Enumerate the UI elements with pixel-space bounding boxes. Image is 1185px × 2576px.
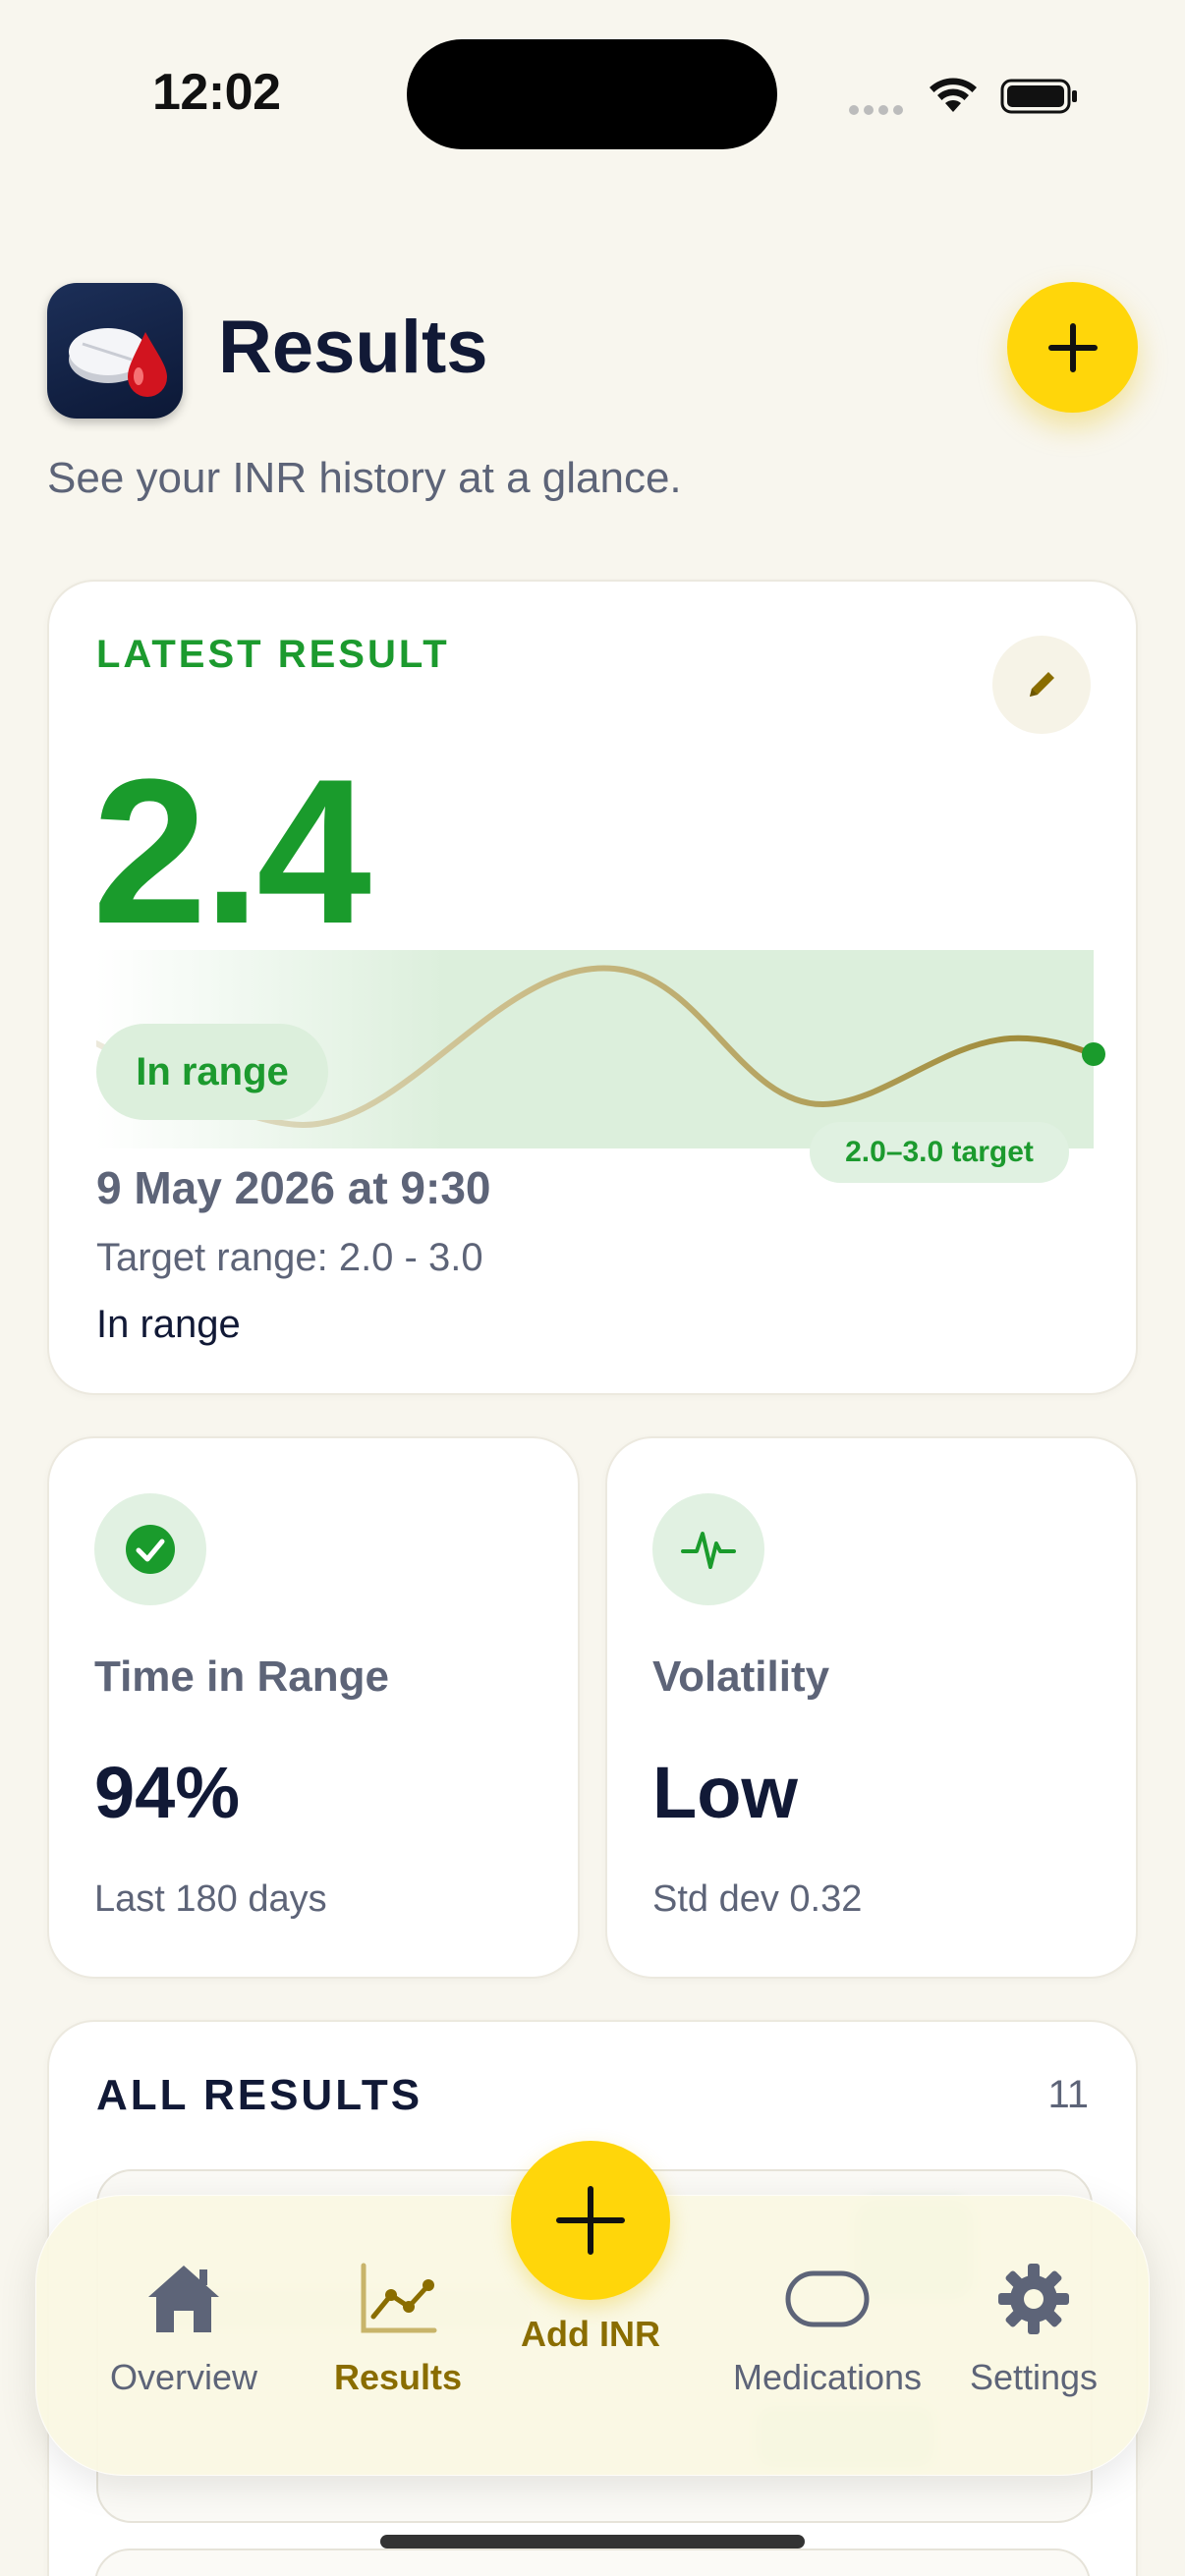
all-results-label: ALL RESULTS [96, 2071, 423, 2119]
chart-line-icon [361, 2263, 437, 2333]
tab-settings[interactable]: Settings [940, 2255, 1127, 2398]
stat-value: 94% [94, 1752, 241, 1833]
pill-drop-icon [69, 328, 167, 397]
tab-overview[interactable]: Overview [85, 2255, 282, 2398]
tab-label: Overview [109, 2357, 258, 2397]
wifi-icon [930, 78, 977, 112]
battery-icon [1000, 79, 1077, 114]
result-row[interactable] [94, 2548, 1091, 2576]
time-in-range-card[interactable]: Time in Range 94% Last 180 days [47, 1436, 580, 1979]
stat-footer: Last 180 days [94, 1878, 327, 1920]
pill-icon [785, 2270, 870, 2327]
tab-results[interactable]: Results [300, 2255, 496, 2398]
page-subtitle: See your INR history at a glance. [47, 454, 682, 502]
dynamic-island [407, 39, 777, 149]
gear-icon [998, 2264, 1069, 2334]
result-date: 9 May 2026 at 9:30 [96, 1162, 491, 1213]
stat-title: Time in Range [94, 1652, 389, 1701]
house-icon [148, 2266, 219, 2332]
stat-icon-wrap [94, 1493, 206, 1605]
tab-label: Settings [969, 2357, 1099, 2397]
stat-icon-wrap [652, 1493, 764, 1605]
latest-result-label: LATEST RESULT [96, 633, 450, 676]
tab-label: Results [333, 2357, 463, 2397]
page-title: Results [218, 306, 488, 389]
volatility-card[interactable]: Volatility Low Std dev 0.32 [605, 1436, 1138, 1979]
waveform-icon [681, 1532, 736, 1569]
latest-point [1082, 1042, 1105, 1066]
bottom-tab-bar: Overview Results Add INR Medications Set… [35, 2141, 1150, 2476]
stat-value: Low [652, 1752, 798, 1833]
checkmark-circle-icon [126, 1525, 175, 1574]
all-results-count: 11 [1047, 2073, 1089, 2116]
stat-footer: Std dev 0.32 [652, 1878, 863, 1920]
tab-medications[interactable]: Medications [685, 2255, 970, 2398]
app-logo [47, 283, 183, 419]
status-pill: In range [96, 1024, 328, 1120]
tab-label: Medications [732, 2357, 923, 2397]
pencil-icon [1030, 672, 1054, 697]
target-chip: 2.0–3.0 target [810, 1122, 1069, 1183]
cellular-signal-icon [849, 102, 908, 120]
tab-add-inr[interactable]: Add INR [492, 2141, 689, 2355]
target-range-text: Target range: 2.0 - 3.0 [96, 1236, 483, 1279]
stat-title: Volatility [652, 1652, 830, 1701]
home-indicator [380, 2535, 805, 2548]
header-add-button[interactable] [1007, 282, 1138, 413]
plus-icon [556, 2186, 625, 2255]
latest-result-card[interactable]: LATEST RESULT 2.4 In range 2.0–3.0 targe… [47, 580, 1138, 1395]
plus-icon [1047, 322, 1098, 372]
tab-label: Add INR [521, 2314, 660, 2354]
status-time: 12:02 [152, 64, 281, 121]
edit-result-button[interactable] [992, 636, 1091, 734]
range-status-text: In range [96, 1303, 241, 1346]
